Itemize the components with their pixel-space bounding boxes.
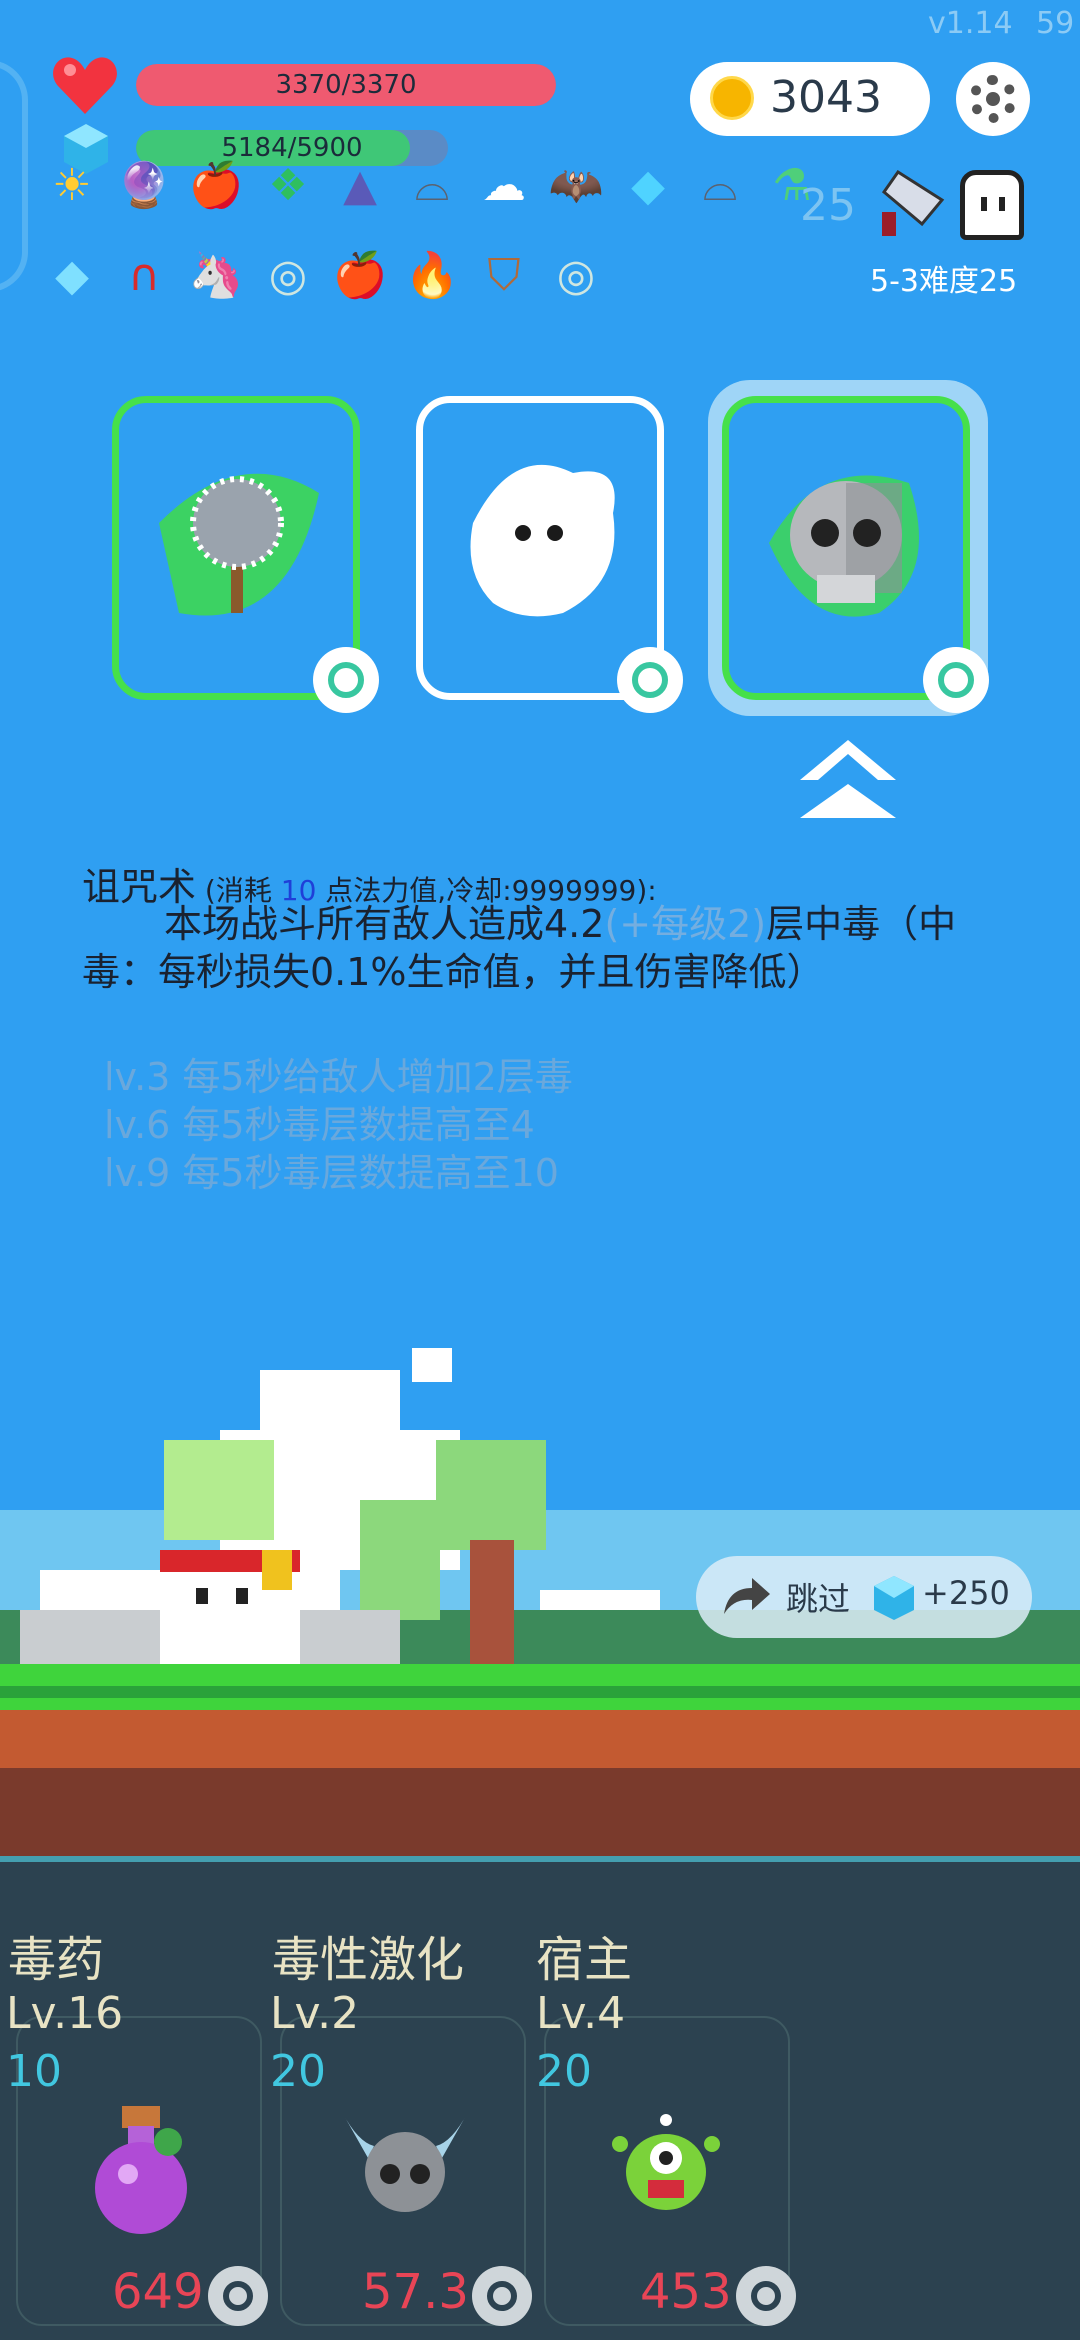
- card-swap-badge[interactable]: [617, 647, 683, 713]
- upgrade-button[interactable]: [208, 2266, 268, 2326]
- wizard-hat-icon[interactable]: ▲: [332, 158, 388, 214]
- skill-card-mace[interactable]: [112, 396, 379, 713]
- apple-icon[interactable]: 🍎: [188, 158, 244, 214]
- diamond-icon[interactable]: ◆: [44, 248, 100, 304]
- heart-icon: [53, 57, 117, 114]
- skip-arrow-icon: [724, 1578, 770, 1614]
- skill-description: 本场战斗所有敌人造成4.2(+每级2)层中毒（中毒：每秒损失0.1%生命值，并且…: [82, 900, 1002, 996]
- gem-icon: [874, 1576, 914, 1620]
- per-level-bonus: (+每级2): [604, 902, 767, 946]
- upgrade-button[interactable]: [736, 2266, 796, 2326]
- blue-gem-icon[interactable]: ◆: [620, 158, 676, 214]
- description-text-a: 本场战斗所有敌人造成4.2: [164, 902, 605, 946]
- apple-icon[interactable]: 🍎: [332, 248, 388, 304]
- card-swap-badge[interactable]: [923, 647, 989, 713]
- upgrade-name: 宿主: [536, 1932, 633, 1988]
- skill-card-skull[interactable]: [722, 396, 989, 713]
- settings-button[interactable]: [956, 62, 1030, 136]
- skip-label: 跳过: [786, 1580, 851, 1618]
- upgrade-level: Lv.2: [270, 1988, 360, 2039]
- hp-bar: 3370/3370: [136, 64, 556, 106]
- crystal-ball-icon[interactable]: 🔮: [116, 158, 172, 214]
- faded-counter: 25: [800, 180, 856, 231]
- upgrade-cost: 20: [270, 2046, 326, 2097]
- viking-helmet-icon: [342, 2112, 468, 2212]
- upgrade-cost: 20: [536, 2046, 592, 2097]
- wooden-shield-icon[interactable]: ⛉: [476, 248, 532, 304]
- upgrade-button[interactable]: [472, 2266, 532, 2326]
- upgrade-level: Lv.16: [6, 1988, 124, 2039]
- gold-amount: 3043: [770, 72, 882, 123]
- skull-icon: [769, 475, 919, 617]
- upgrade-name: 毒性激化: [272, 1932, 465, 1988]
- bat-icon[interactable]: 🦇: [548, 158, 604, 214]
- level-bonus-line: lv.6 每5秒毒层数提高至4: [104, 1103, 535, 1147]
- skip-button[interactable]: 跳过 +250: [696, 1556, 1032, 1638]
- side-panel-edge[interactable]: [0, 60, 28, 292]
- skill-card-ghost[interactable]: [416, 396, 683, 713]
- unicorn-icon[interactable]: 🦄: [188, 248, 244, 304]
- upgrade-value: 57.3: [362, 2264, 469, 2320]
- ghost-mode-icon[interactable]: [960, 170, 1024, 240]
- wing-icon[interactable]: ☁: [476, 158, 532, 214]
- stage-difficulty-label: 5-3难度25: [870, 264, 1018, 299]
- upgrade-value: 453: [640, 2264, 732, 2320]
- mortar-icon[interactable]: ⌓: [404, 158, 460, 214]
- green-monster-icon: [612, 2114, 720, 2210]
- level-bonus-line: lv.3 每5秒给敌人增加2层毒: [104, 1055, 573, 1099]
- gold-counter: 3043: [690, 62, 930, 136]
- version-label: v1.14: [928, 6, 1013, 41]
- mortar-icon[interactable]: ⌓: [692, 158, 748, 214]
- cleaver-icon: [881, 169, 945, 236]
- shield-ring-icon[interactable]: ◎: [548, 248, 604, 304]
- gear-icon: [969, 75, 1017, 123]
- upgrade-value: 649: [112, 2264, 204, 2320]
- shield-ring-icon[interactable]: ◎: [260, 248, 316, 304]
- poison-potion-icon: [95, 2106, 187, 2234]
- sun-orb-icon[interactable]: ☀: [44, 158, 100, 214]
- upgrade-name: 毒药: [8, 1932, 105, 1988]
- emerald-icon[interactable]: ❖: [260, 158, 316, 214]
- upgrade-arrow-icon[interactable]: [800, 778, 896, 818]
- hp-text: 3370/3370: [275, 70, 417, 100]
- fps-counter: 59: [1036, 6, 1075, 41]
- magnet-icon[interactable]: ∩: [116, 248, 172, 304]
- skip-reward: +250: [922, 1574, 1010, 1612]
- ghost-icon: [470, 464, 615, 617]
- card-swap-badge[interactable]: [313, 647, 379, 713]
- upgrade-cost: 10: [6, 2046, 62, 2097]
- gold-coin-icon: [710, 76, 754, 120]
- upgrade-level: Lv.4: [536, 1988, 626, 2039]
- spiked-mace-icon: [159, 473, 319, 616]
- torch-icon[interactable]: 🔥: [404, 248, 460, 304]
- level-bonus-line: lv.9 每5秒毒层数提高至10: [104, 1151, 559, 1195]
- upgrade-arrow-icon[interactable]: [800, 740, 896, 780]
